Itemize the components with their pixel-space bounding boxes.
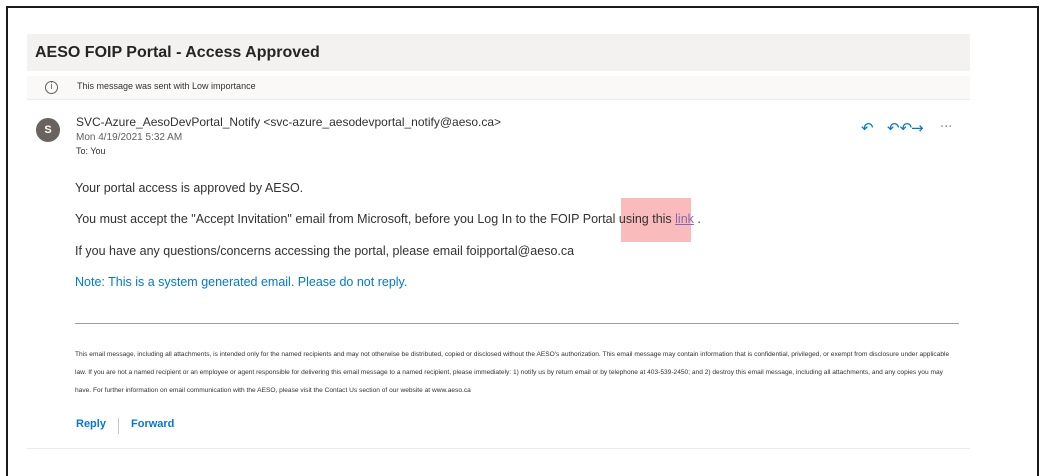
- email-subject: AESO FOIP Portal - Access Approved: [35, 44, 320, 61]
- reply-button[interactable]: Reply: [76, 418, 106, 430]
- subject-bar: AESO FOIP Portal - Access Approved: [27, 34, 970, 71]
- reading-pane: AESO FOIP Portal - Access Approved i Thi…: [27, 34, 970, 464]
- info-icon: i: [45, 81, 58, 94]
- legal-disclaimer: This email message, including all attach…: [75, 351, 950, 394]
- sent-date: Mon 4/19/2021 5:32 AM: [76, 132, 183, 143]
- footer-divider: [27, 448, 970, 449]
- divider: [75, 323, 959, 324]
- recipients: To: You: [76, 146, 106, 156]
- reply-all-icon[interactable]: ↶↶: [887, 119, 912, 137]
- more-icon[interactable]: ···: [940, 119, 952, 137]
- separator: [118, 418, 119, 434]
- body-line-instructions: You must accept the "Accept Invitation" …: [75, 212, 701, 226]
- importance-note: This message was sent with Low importanc…: [77, 81, 256, 91]
- system-note: Note: This is a system generated email. …: [75, 275, 408, 289]
- body-line-approved: Your portal access is approved by AESO.: [75, 181, 304, 195]
- importance-banner: i This message was sent with Low importa…: [27, 76, 970, 100]
- avatar[interactable]: S: [36, 118, 60, 142]
- sender[interactable]: SVC-Azure_AesoDevPortal_Notify <svc-azur…: [76, 115, 501, 129]
- portal-link[interactable]: link: [675, 212, 694, 226]
- instructions-end: .: [693, 212, 701, 226]
- forward-button[interactable]: Forward: [131, 418, 174, 430]
- body-line-contact: If you have any questions/concerns acces…: [75, 244, 575, 258]
- instructions-text: You must accept the "Accept Invitation" …: [75, 212, 676, 226]
- reply-icon[interactable]: ↶: [861, 119, 874, 137]
- forward-icon[interactable]: →: [911, 119, 924, 137]
